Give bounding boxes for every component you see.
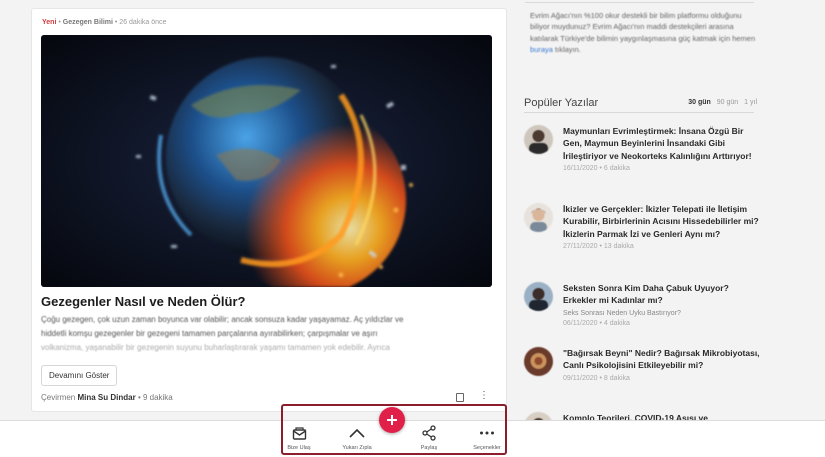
category-link[interactable]: Gezegen Bilimi bbox=[63, 19, 113, 26]
popular-item-text: Maymunları Evrimleştirmek: İnsana Özgü B… bbox=[563, 125, 763, 172]
support-tail: tıklayın. bbox=[555, 45, 581, 55]
scroll-top-label: Yukarı Zıpla bbox=[342, 445, 372, 451]
share-icon bbox=[407, 423, 451, 443]
new-badge: Yeni bbox=[42, 19, 57, 26]
time-ago: • 26 dakika önce bbox=[114, 19, 167, 26]
show-more-button[interactable]: Devamını Göster bbox=[41, 365, 118, 386]
tab-90-days[interactable]: 90 gün bbox=[717, 99, 738, 106]
popular-header: Popüler Yazılar 30 gün 90 gün 1 yıl bbox=[524, 97, 757, 113]
author-avatar bbox=[524, 125, 553, 154]
popular-item-title[interactable]: Seksten Sonra Kim Daha Çabuk Uyuyor? Erk… bbox=[563, 282, 763, 307]
plus-icon bbox=[387, 415, 397, 425]
translator-name[interactable]: Mina Su Dindar bbox=[77, 393, 135, 402]
more-horizontal-icon bbox=[465, 423, 509, 443]
popular-item-text: İkizler ve Gerçekler: İkizler Telepati i… bbox=[563, 203, 763, 250]
support-notice: Evrim Ağacı'nın %100 okur destekli bir b… bbox=[530, 10, 760, 56]
sidebar-divider bbox=[525, 2, 754, 3]
tab-1-year[interactable]: 1 yıl bbox=[744, 99, 757, 106]
excerpt-line: hiddetli komşu gezegenler bir gezegeni t… bbox=[41, 329, 378, 338]
popular-tabs: 30 gün 90 gün 1 yıl bbox=[684, 99, 757, 106]
popular-item-text: Seksten Sonra Kim Daha Çabuk Uyuyor? Erk… bbox=[563, 282, 763, 327]
popular-item-date: 09/11/2020 • 8 dakika bbox=[563, 374, 630, 382]
article-meta: Yeni • Gezegen Bilimi • 26 dakika önce bbox=[42, 19, 166, 26]
read-time: • 9 dakika bbox=[137, 393, 173, 402]
excerpt-line: Çoğu gezegen, çok uzun zaman boyunca var… bbox=[41, 315, 404, 324]
tab-30-days[interactable]: 30 gün bbox=[688, 99, 711, 106]
popular-item-date: 06/11/2020 • 4 dakika bbox=[563, 319, 630, 327]
options-button[interactable]: Seçenekler bbox=[465, 423, 509, 451]
popular-item-subtitle: Seks Sonrası Neden Uyku Bastırıyor? bbox=[563, 309, 681, 317]
popular-item-date: 16/11/2020 • 6 dakika bbox=[563, 165, 630, 173]
popular-item-title[interactable]: Maymunları Evrimleştirmek: İnsana Özgü B… bbox=[563, 125, 763, 162]
share-label: Paylaş bbox=[420, 445, 438, 451]
action-toolbar: Bize Ulaş Yukarı Zıpla Paylaş Seçenekler bbox=[281, 404, 507, 455]
translator-label: Çevirmen bbox=[41, 393, 76, 402]
excerpt-line: volkanizma, yaşanabilir bir gezegenin su… bbox=[41, 343, 390, 352]
author-avatar bbox=[524, 203, 553, 232]
bookmark-icon[interactable] bbox=[456, 393, 464, 402]
author-avatar bbox=[524, 282, 553, 311]
article-excerpt: Çoğu gezegen, çok uzun zaman boyunca var… bbox=[41, 313, 481, 355]
meta-separator: • bbox=[58, 19, 61, 26]
support-text: Evrim Ağacı'nın %100 okur destekli bir b… bbox=[530, 11, 756, 43]
add-button[interactable] bbox=[379, 407, 405, 433]
exploding-planet-illustration bbox=[41, 35, 492, 287]
options-label: Seçenekler bbox=[473, 445, 501, 451]
article-title[interactable]: Gezegenler Nasıl ve Neden Ölür? bbox=[41, 294, 245, 309]
article-hero-image[interactable] bbox=[41, 35, 492, 287]
popular-item-title[interactable]: "Bağırsak Beyni" Nedir? Bağırsak Mikrobi… bbox=[563, 347, 763, 372]
byline: Çevirmen Mina Su Dindar • 9 dakika bbox=[41, 393, 173, 402]
scroll-top-button[interactable]: Yukarı Zıpla bbox=[335, 423, 379, 451]
popular-title: Popüler Yazılar bbox=[524, 97, 599, 109]
sidebar: Evrim Ağacı'nın %100 okur destekli bir b… bbox=[515, 0, 825, 457]
share-button[interactable]: Paylaş bbox=[407, 423, 451, 451]
article-card[interactable]: Yeni • Gezegen Bilimi • 26 dakika önce G… bbox=[31, 8, 507, 412]
more-vertical-icon[interactable]: ⋮ bbox=[479, 391, 489, 401]
support-link[interactable]: buraya bbox=[530, 45, 553, 54]
chevron-up-icon bbox=[335, 423, 379, 443]
contact-label: Bize Ulaş bbox=[287, 445, 311, 451]
page: Yeni • Gezegen Bilimi • 26 dakika önce G… bbox=[0, 0, 825, 457]
contact-button[interactable]: Bize Ulaş bbox=[277, 423, 321, 451]
mail-icon bbox=[277, 423, 321, 443]
popular-item-text: "Bağırsak Beyni" Nedir? Bağırsak Mikrobi… bbox=[563, 347, 763, 382]
author-avatar bbox=[524, 347, 553, 376]
popular-item-date: 27/11/2020 • 13 dakika bbox=[563, 243, 634, 251]
popular-item-title[interactable]: İkizler ve Gerçekler: İkizler Telepati i… bbox=[563, 203, 763, 240]
